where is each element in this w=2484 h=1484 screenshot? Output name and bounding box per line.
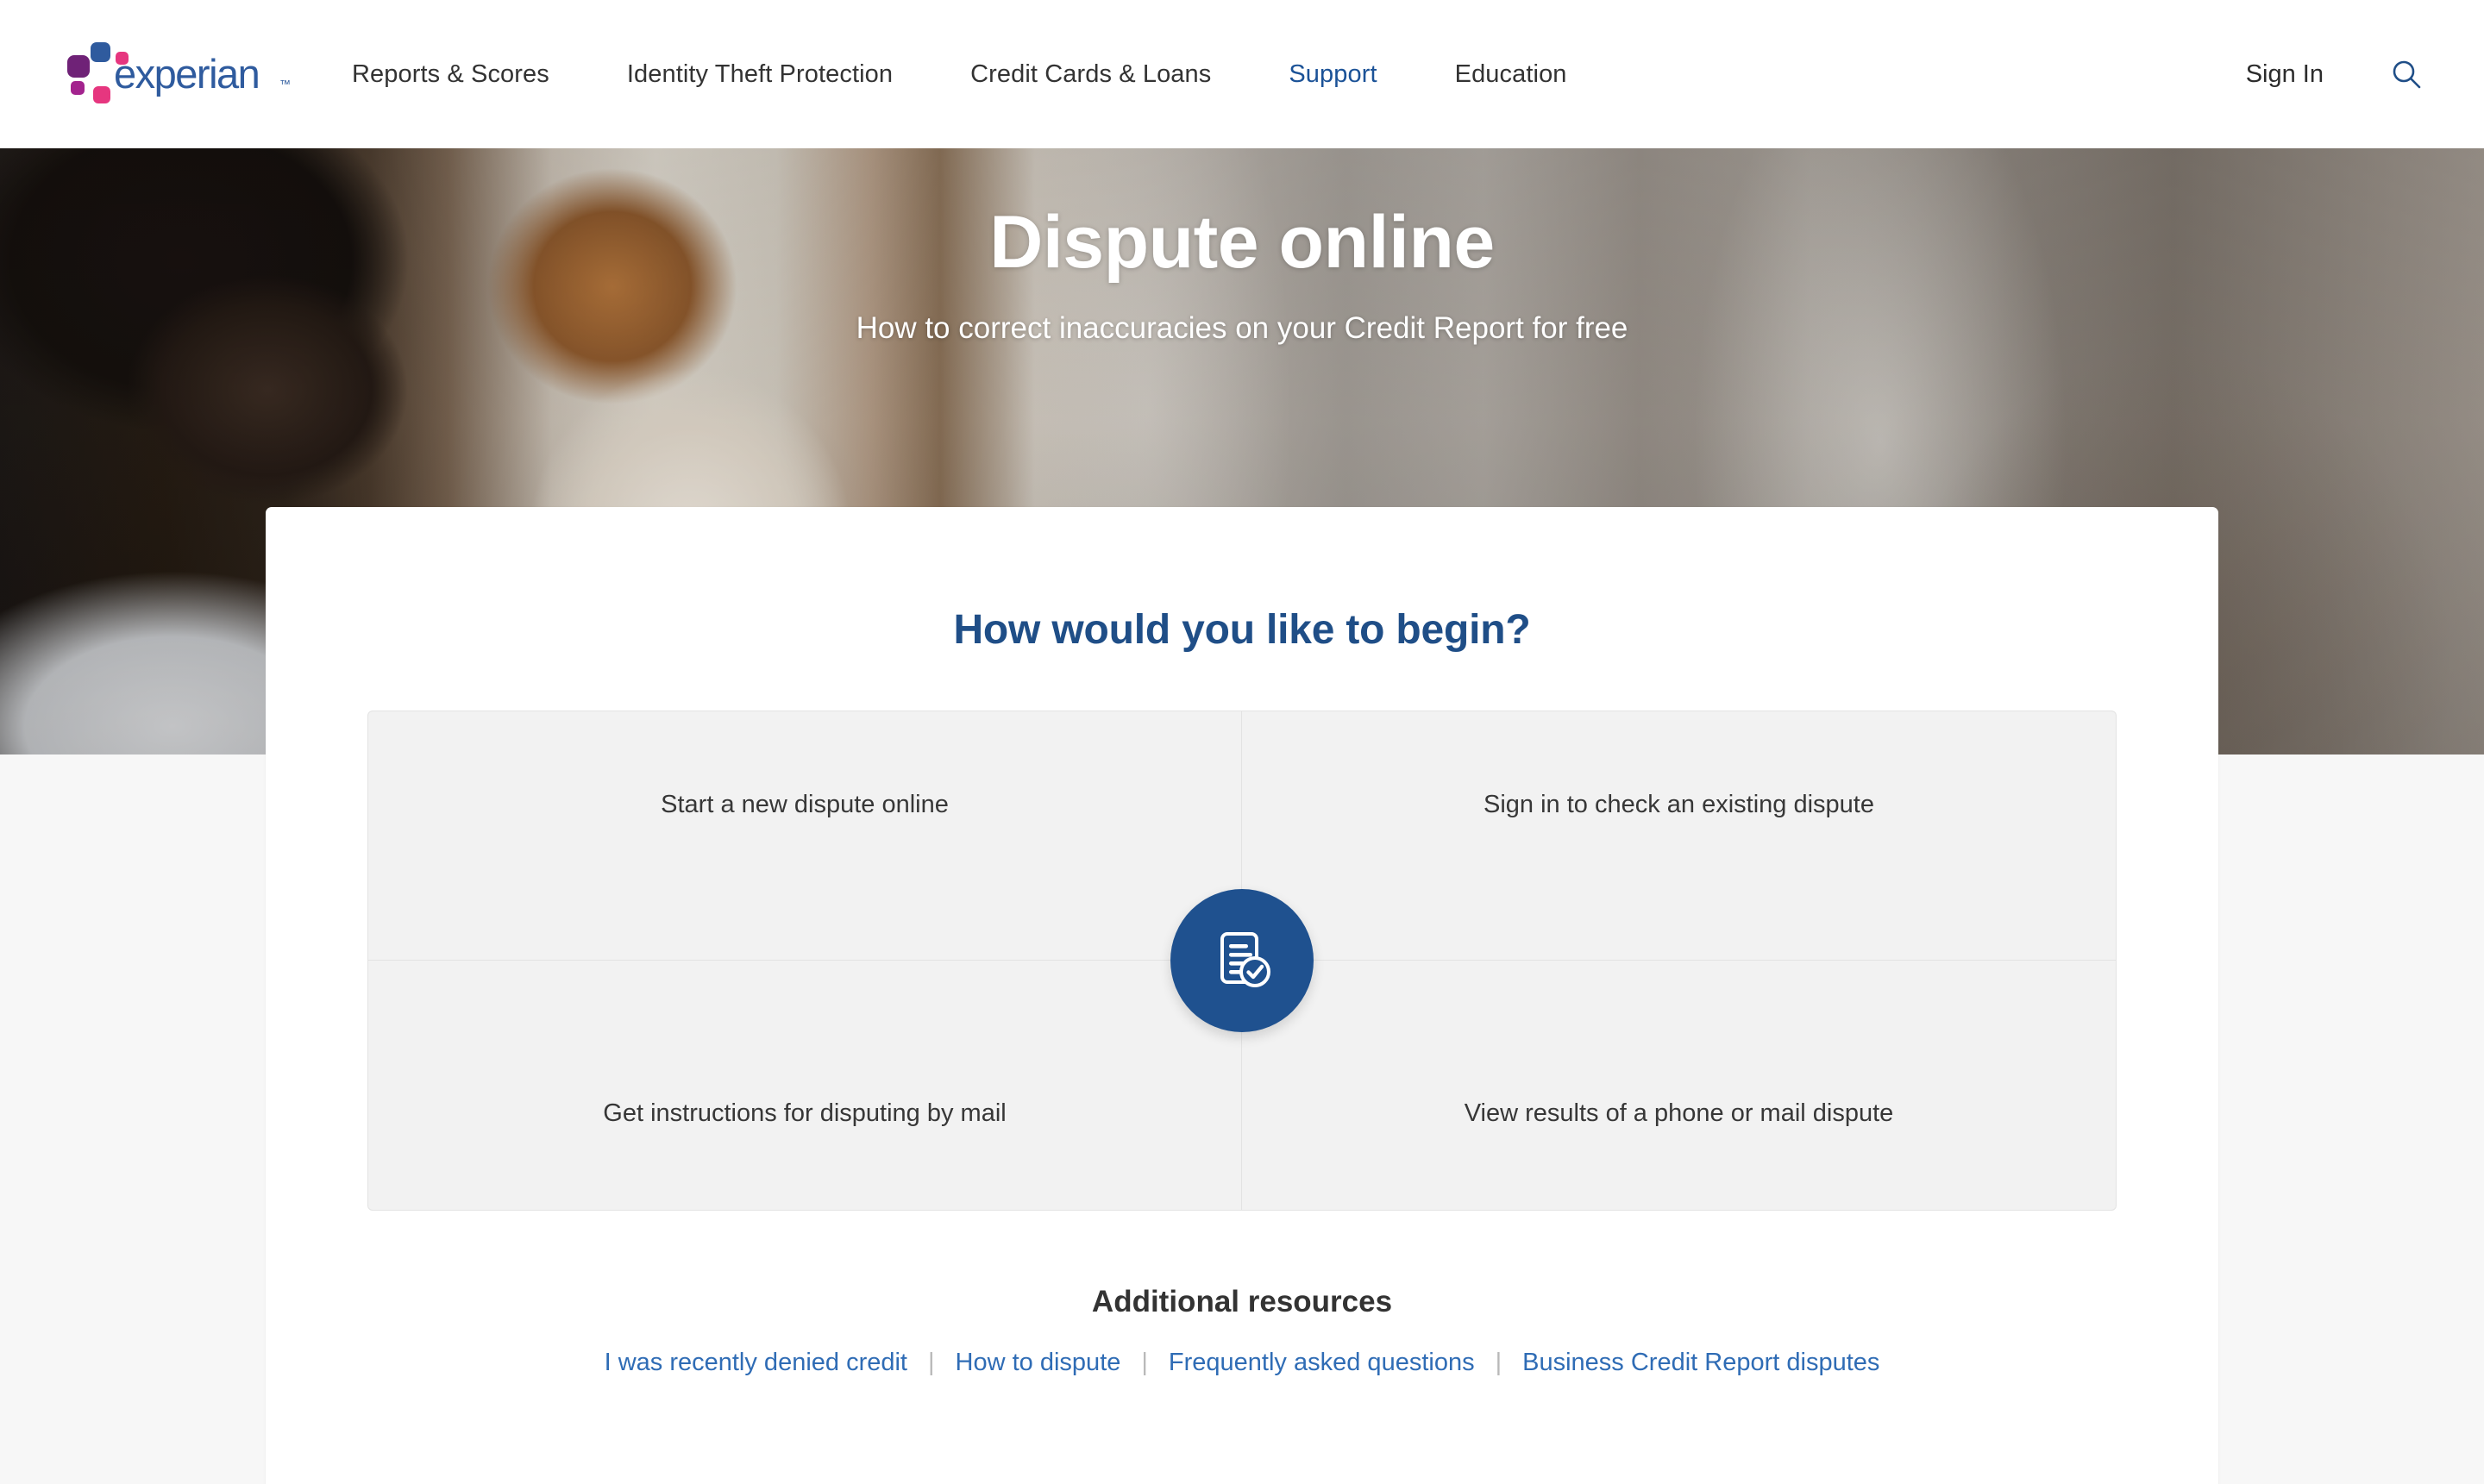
nav-item-support[interactable]: Support	[1289, 60, 1377, 89]
card-heading: How would you like to begin?	[953, 607, 1531, 653]
option-sign-in-check-existing-dispute[interactable]: Sign in to check an existing dispute	[1242, 711, 2116, 961]
svg-text:™: ™	[279, 78, 291, 91]
additional-resources-links: I was recently denied credit | How to di…	[266, 1349, 2218, 1377]
hero-text-block: Dispute online How to correct inaccuraci…	[0, 148, 2484, 346]
dispute-options-card: How would you like to begin? Start a new…	[266, 507, 2218, 1484]
option-label: Sign in to check an existing dispute	[1484, 790, 1874, 818]
document-check-icon	[1220, 932, 1270, 987]
nav-item-credit-cards-loans[interactable]: Credit Cards & Loans	[970, 60, 1211, 89]
page-subtitle: How to correct inaccuracies on your Cred…	[856, 311, 1628, 345]
page-root: experian ™ Reports & Scores Identity The…	[0, 0, 2484, 1484]
additional-resources-section: Additional resources I was recently deni…	[266, 1285, 2218, 1377]
option-label: Get instructions for disputing by mail	[603, 1099, 1007, 1127]
link-separator: |	[1495, 1349, 1502, 1376]
option-start-new-dispute-online[interactable]: Start a new dispute online	[368, 711, 1242, 961]
sign-in-link[interactable]: Sign In	[2246, 60, 2324, 89]
search-icon	[2393, 60, 2421, 89]
option-label: View results of a phone or mail dispute	[1464, 1099, 1894, 1127]
link-frequently-asked-questions[interactable]: Frequently asked questions	[1148, 1349, 1496, 1377]
link-business-credit-report-disputes[interactable]: Business Credit Report disputes	[1502, 1349, 1900, 1377]
link-separator: |	[1141, 1349, 1148, 1376]
options-grid-wrapper: Start a new dispute online Sign in to ch…	[367, 711, 2117, 1211]
experian-logo-svg: experian ™	[67, 42, 291, 103]
site-header: experian ™ Reports & Scores Identity The…	[0, 0, 2484, 148]
search-button[interactable]	[2387, 55, 2425, 93]
svg-text:experian: experian	[114, 51, 259, 97]
page-title: Dispute online	[989, 201, 1495, 284]
link-separator: |	[928, 1349, 935, 1376]
link-how-to-dispute[interactable]: How to dispute	[935, 1349, 1142, 1377]
header-actions: Sign In	[2246, 0, 2425, 148]
additional-resources-title: Additional resources	[1091, 1285, 1393, 1318]
option-label: Start a new dispute online	[661, 790, 949, 818]
experian-logo[interactable]: experian ™	[60, 36, 310, 112]
nav-item-reports-scores[interactable]: Reports & Scores	[352, 60, 549, 89]
nav-item-education[interactable]: Education	[1455, 60, 1567, 89]
option-get-instructions-dispute-by-mail[interactable]: Get instructions for disputing by mail	[368, 961, 1242, 1210]
center-badge	[1170, 889, 1314, 1032]
main-navigation: Reports & Scores Identity Theft Protecti…	[352, 0, 1567, 148]
option-view-results-phone-mail-dispute[interactable]: View results of a phone or mail dispute	[1242, 961, 2116, 1210]
link-recently-denied-credit[interactable]: I was recently denied credit	[584, 1349, 928, 1377]
nav-item-identity-theft-protection[interactable]: Identity Theft Protection	[627, 60, 893, 89]
